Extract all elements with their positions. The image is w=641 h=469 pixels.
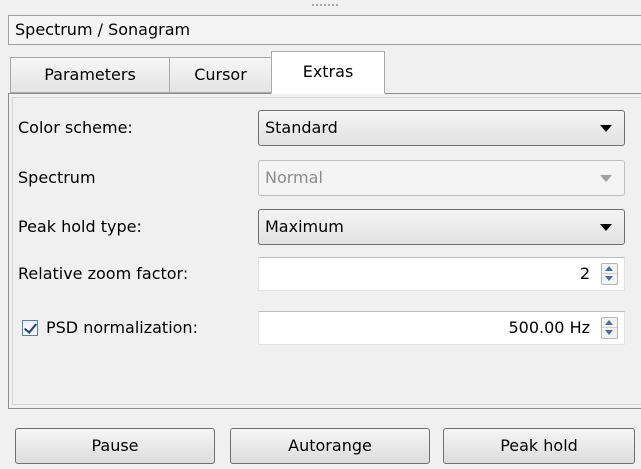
spin-down-icon[interactable]	[602, 328, 617, 338]
color-scheme-value: Standard	[265, 118, 338, 137]
spin-arrows-icon[interactable]	[601, 317, 618, 339]
chevron-down-icon	[600, 224, 612, 231]
psd-normalization-spinbox[interactable]: 500.00 Hz	[258, 311, 625, 345]
relative-zoom-label: Relative zoom factor:	[18, 264, 189, 283]
psd-normalization-checkbox[interactable]	[22, 320, 38, 336]
spectrum-select: Normal	[258, 160, 625, 196]
spectrum-value: Normal	[265, 168, 323, 187]
psd-normalization-value: 500.00 Hz	[508, 318, 591, 337]
color-scheme-label: Color scheme:	[18, 118, 133, 137]
spectrum-sonagram-window: Spectrum / Sonagram Parameters Cursor Ex…	[0, 0, 641, 469]
peak-hold-type-select[interactable]: Maximum	[258, 209, 625, 245]
spin-up-icon[interactable]	[602, 318, 617, 328]
peak-hold-type-label: Peak hold type:	[18, 217, 142, 236]
relative-zoom-spinbox[interactable]: 2	[258, 257, 625, 291]
chevron-down-icon	[600, 175, 612, 182]
extras-content: Color scheme: Standard Spectrum Normal P…	[0, 0, 641, 469]
relative-zoom-value: 2	[579, 264, 590, 283]
spectrum-label: Spectrum	[18, 168, 96, 187]
spin-down-icon[interactable]	[602, 274, 617, 284]
chevron-down-icon	[600, 125, 612, 132]
psd-normalization-label: PSD normalization:	[46, 318, 198, 337]
spin-up-icon[interactable]	[602, 264, 617, 274]
spin-arrows-icon[interactable]	[601, 263, 618, 285]
color-scheme-select[interactable]: Standard	[258, 110, 625, 146]
peak-hold-type-value: Maximum	[265, 217, 344, 236]
